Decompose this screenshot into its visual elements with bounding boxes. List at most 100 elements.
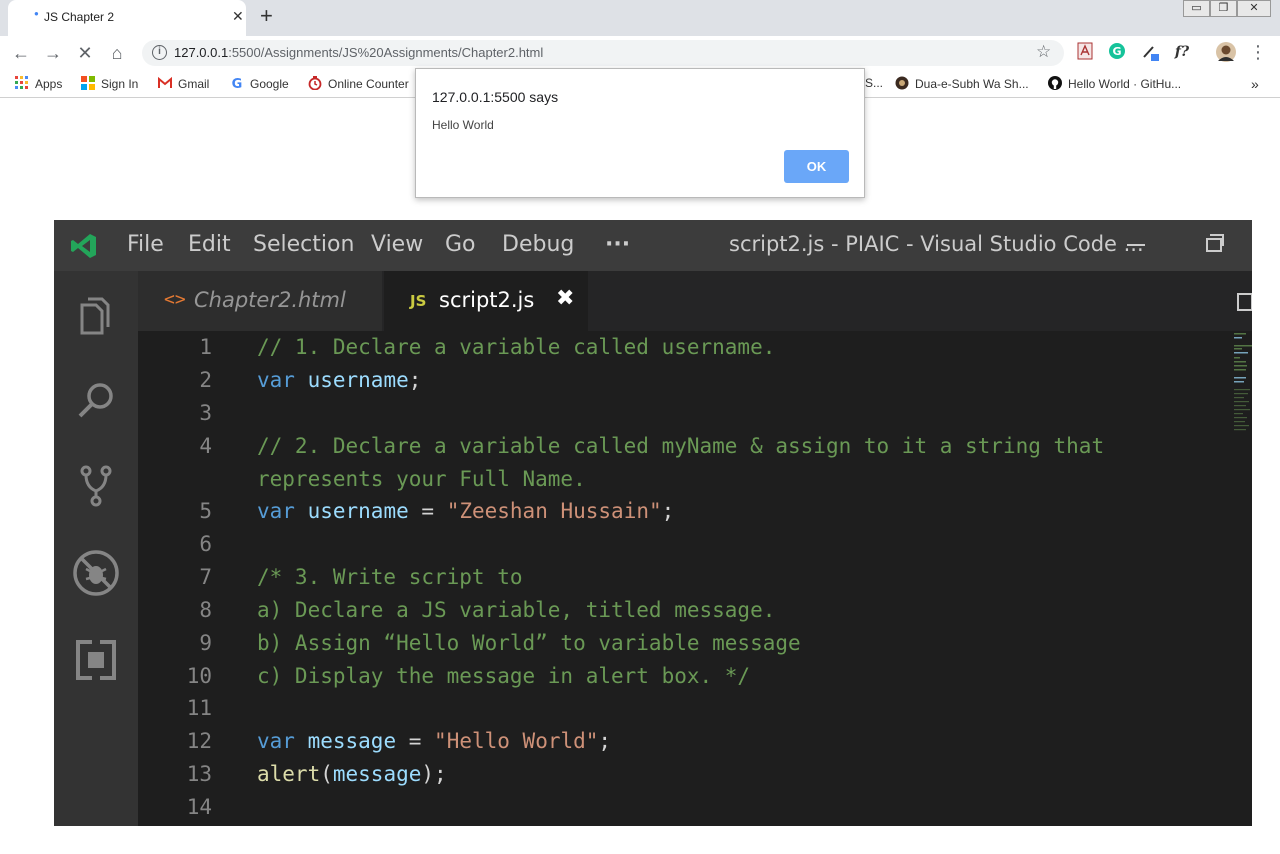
tab-close-icon[interactable]: ✕ — [232, 8, 244, 25]
source-control-icon[interactable] — [72, 461, 120, 509]
line-number: 1 — [199, 335, 212, 359]
menu-file[interactable]: File — [127, 232, 164, 257]
pdf-extension-icon[interactable] — [1075, 42, 1095, 62]
bookmark-google[interactable]: G Google — [230, 76, 289, 91]
line-number: 7 — [199, 565, 212, 589]
code-line: alert(message); — [257, 762, 447, 786]
menu-more-icon[interactable]: ··· — [605, 232, 630, 257]
line-number: 6 — [199, 532, 212, 556]
bookmark-truncated[interactable]: S... — [865, 76, 883, 90]
profile-avatar[interactable] — [1216, 42, 1236, 62]
stop-loading-button[interactable]: ✕ — [74, 42, 96, 64]
tab-chapter2-html[interactable]: <> Chapter2.html — [138, 271, 382, 331]
color-picker-extension-icon[interactable] — [1141, 42, 1161, 62]
minimap[interactable] — [1234, 331, 1252, 441]
line-number: 11 — [186, 696, 212, 720]
vscode-screenshot-image: File Edit Selection View Go Debug ··· sc… — [54, 220, 1252, 826]
line-number: 14 — [186, 795, 212, 819]
address-bar[interactable]: i 127.0.0.1:5500/Assignments/JS%20Assign… — [142, 40, 1064, 66]
activity-bar — [54, 271, 138, 826]
microsoft-icon — [81, 76, 95, 90]
line-number: 2 — [199, 368, 212, 392]
bookmark-apps[interactable]: Apps — [15, 76, 62, 91]
bookmark-sign-in[interactable]: Sign In — [81, 76, 138, 91]
line-number: 9 — [199, 631, 212, 655]
line-number: 5 — [199, 499, 212, 523]
minimize-button[interactable]: ▭ — [1183, 0, 1210, 17]
menu-selection[interactable]: Selection — [253, 232, 354, 257]
bookmark-gmail[interactable]: Gmail — [158, 76, 209, 91]
back-button[interactable]: ← — [10, 42, 32, 64]
bookmark-online-counter[interactable]: Online Counter — [308, 76, 409, 91]
tab-label: Chapter2.html — [194, 288, 346, 312]
browser-menu-icon[interactable]: ⋮ — [1248, 42, 1268, 62]
line-number: 4 — [199, 434, 212, 458]
dialog-message: Hello World — [432, 118, 494, 132]
explorer-icon[interactable] — [72, 291, 120, 339]
vscode-titlebar: File Edit Selection View Go Debug ··· sc… — [54, 220, 1252, 271]
counter-icon — [308, 76, 322, 90]
font-identifier-extension-icon[interactable]: f? — [1172, 42, 1192, 62]
close-window-button[interactable]: ✕ — [1237, 0, 1271, 17]
new-tab-button[interactable]: + — [260, 4, 273, 28]
menu-view[interactable]: View — [371, 232, 423, 257]
svg-text:G: G — [1112, 45, 1121, 58]
split-editor-icon[interactable] — [1237, 293, 1252, 311]
code-line: var username = "Zeeshan Hussain"; — [257, 499, 675, 523]
code-line: a) Declare a JS variable, titled message… — [257, 598, 776, 622]
loading-favicon-icon: ● — [34, 9, 39, 18]
code-line: /* 3. Write script to — [257, 565, 523, 589]
code-line: // 2. Declare a variable called myName &… — [257, 434, 1105, 458]
menu-edit[interactable]: Edit — [188, 232, 231, 257]
svg-text:G: G — [232, 77, 243, 90]
site-info-icon[interactable]: i — [152, 45, 167, 60]
tab-title: JS Chapter 2 — [44, 10, 115, 24]
editor-tabs: <> Chapter2.html JS script2.js ✖ — [138, 271, 1252, 331]
code-line: b) Assign “Hello World” to variable mess… — [257, 631, 801, 655]
menu-debug[interactable]: Debug — [502, 232, 574, 257]
code-line: var message = "Hello World"; — [257, 729, 612, 753]
restore-button[interactable]: ❐ — [1210, 0, 1237, 17]
code-line: // 1. Declare a variable called username… — [257, 335, 776, 359]
line-number: 12 — [186, 729, 212, 753]
code-editor[interactable]: 1 2 3 4 5 6 7 8 9 10 11 12 13 14 // 1. D… — [138, 331, 1252, 826]
apps-grid-icon — [15, 76, 28, 89]
extensions-icon[interactable] — [72, 636, 120, 684]
line-number: 10 — [186, 664, 212, 688]
github-icon — [1048, 76, 1062, 90]
more-bookmarks-chevron-icon[interactable]: » — [1251, 76, 1259, 92]
dialog-title: 127.0.0.1:5500 says — [432, 89, 559, 105]
tab-label: script2.js — [439, 288, 535, 312]
grammarly-extension-icon[interactable]: G — [1107, 42, 1127, 62]
code-line-wrapped: represents your Full Name. — [257, 467, 586, 491]
menu-go[interactable]: Go — [445, 232, 476, 257]
line-number: 13 — [186, 762, 212, 786]
bookmark-star-icon[interactable]: ☆ — [1036, 42, 1051, 62]
debug-icon[interactable] — [72, 549, 120, 597]
code-line: c) Display the message in alert box. */ — [257, 664, 751, 688]
dua-site-icon — [895, 76, 909, 90]
bookmark-dua-e-subh[interactable]: Dua-e-Subh Wa Sh... — [895, 76, 1029, 91]
ok-button[interactable]: OK — [784, 150, 849, 183]
line-number: 8 — [199, 598, 212, 622]
html-file-icon: <> — [164, 289, 186, 310]
code-line: var username; — [257, 368, 422, 392]
search-icon[interactable] — [72, 376, 120, 424]
url-text[interactable]: 127.0.0.1:5500/Assignments/JS%20Assignme… — [174, 45, 543, 60]
browser-tabstrip: ● JS Chapter 2 ✕ + ▭ ❐ ✕ — [0, 0, 1280, 36]
vscode-window-title: script2.js - PIAIC - Visual Studio Code … — [729, 232, 1144, 256]
vscode-logo-icon — [71, 234, 96, 258]
vscode-minimize-icon[interactable] — [1127, 244, 1145, 246]
bookmark-hello-world-github[interactable]: Hello World · GitHu... — [1048, 76, 1181, 91]
google-icon: G — [232, 77, 243, 90]
forward-button[interactable]: → — [42, 42, 64, 64]
alert-dialog: 127.0.0.1:5500 says Hello World OK — [415, 68, 865, 198]
close-tab-icon[interactable]: ✖ — [556, 285, 574, 311]
tab-script2-js[interactable]: JS script2.js ✖ — [384, 271, 588, 331]
gmail-icon — [158, 76, 172, 88]
home-button[interactable]: ⌂ — [106, 42, 128, 64]
browser-tab[interactable]: ● JS Chapter 2 ✕ — [8, 0, 246, 36]
js-file-icon: JS — [410, 292, 427, 310]
line-number: 3 — [199, 401, 212, 425]
vscode-restore-icon[interactable] — [1206, 234, 1224, 252]
